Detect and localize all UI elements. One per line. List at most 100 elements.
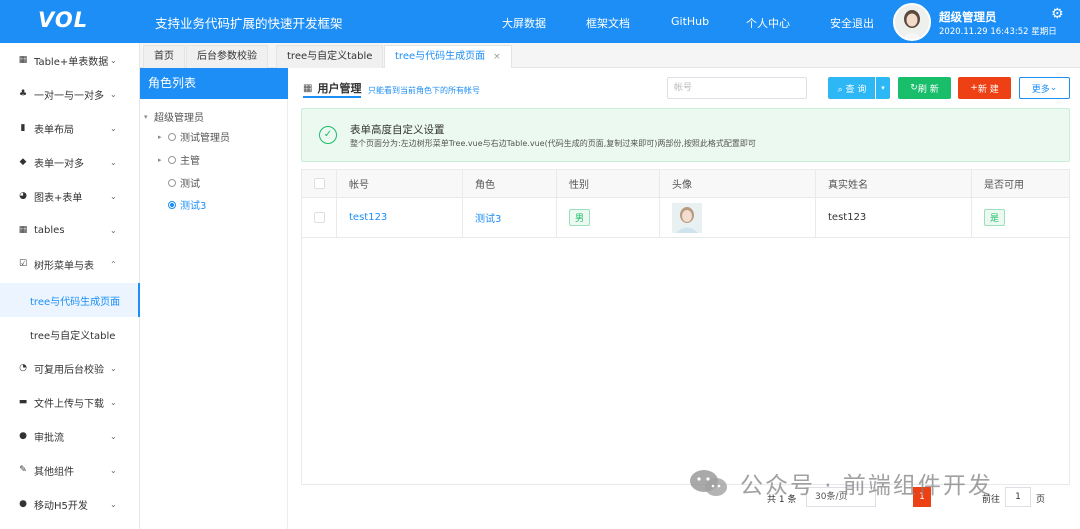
sidebar-item-tree-custom-table[interactable]: tree与自定义table <box>0 317 140 351</box>
folder-icon: ▬ <box>18 397 28 407</box>
nav-docs[interactable]: 框架文档 <box>586 15 630 31</box>
nav-profile[interactable]: 个人中心 <box>746 15 790 31</box>
tabs-bar: 首页 后台参数校验 tree与自定义table tree与代码生成页面 × <box>140 43 1080 68</box>
caret-right-icon[interactable]: ▸ <box>158 156 168 164</box>
column-header[interactable]: 性别 <box>557 170 660 197</box>
sidebar-item-tables[interactable]: ▦ tables ⌄ <box>0 213 140 247</box>
radio-icon[interactable] <box>168 200 176 209</box>
radio-icon[interactable] <box>168 132 176 141</box>
sidebar-item-table[interactable]: ▦ Table+单表数据 ⌄ <box>0 43 140 77</box>
sidebar-item-one-to-many[interactable]: ♣ 一对一与一对多 ⌄ <box>0 77 140 111</box>
tree-node-root[interactable]: ▾ 超级管理员 <box>144 109 204 125</box>
chevron-down-icon: ⌄ <box>110 465 117 475</box>
gear-icon[interactable]: ⚙ <box>1051 6 1064 22</box>
goto-page-input[interactable]: 1 <box>1005 487 1031 507</box>
chevron-down-icon: ⌄ <box>110 431 117 441</box>
select-all-checkbox[interactable] <box>314 178 325 189</box>
chevron-down-icon: ⌄ <box>110 225 117 235</box>
caret-down-icon[interactable]: ▾ <box>144 113 154 121</box>
row-select-cell <box>302 198 337 237</box>
gender-tag: 男 <box>569 209 591 226</box>
sidebar-item-tree-menu[interactable]: ☑ 树形菜单与表 ⌃ <box>0 247 140 281</box>
wechat-icon <box>690 470 727 496</box>
radio-icon[interactable] <box>168 155 176 164</box>
gender-cell: 男 <box>557 198 660 237</box>
tree-node-label: 测试3 <box>180 201 207 212</box>
table-row[interactable]: test123 测试3 男 test123 是 <box>302 198 1069 238</box>
user-name[interactable]: 超级管理员 <box>939 9 997 25</box>
nav-github[interactable]: GitHub <box>671 15 709 28</box>
check-circle-icon: ✓ <box>319 126 337 144</box>
chevron-down-icon: ⌄ <box>110 123 117 133</box>
sidebar-item-approval[interactable]: ● 审批流 ⌄ <box>0 419 140 453</box>
sidebar-item-label: 表单布局 <box>34 124 74 136</box>
tree-node-test[interactable]: 测试 <box>168 175 200 190</box>
page-title: ▦ 用户管理 <box>303 80 361 96</box>
query-button-label: ⌕ 查 询 <box>838 82 867 95</box>
new-button[interactable]: + 新 建 <box>958 77 1011 99</box>
select-all-cell <box>302 170 337 197</box>
plus-icon: + <box>970 83 978 93</box>
role-cell[interactable]: 测试3 <box>463 198 557 237</box>
tab-home[interactable]: 首页 <box>143 45 185 68</box>
tree-node-label: 主管 <box>180 156 200 167</box>
sidebar-item-label: 一对一与一对多 <box>34 90 104 102</box>
query-button[interactable]: ⌕ 查 询 ▾ <box>828 77 890 99</box>
app-slogan: 支持业务代码扩展的快速开发框架 <box>155 16 343 31</box>
chevron-down-icon: ⌄ <box>1049 83 1058 93</box>
column-header[interactable]: 真实姓名 <box>816 170 972 197</box>
tab-label: tree与代码生成页面 <box>395 51 486 62</box>
tree-node-supervisor[interactable]: ▸ 主管 <box>158 152 200 167</box>
tree-node-test3[interactable]: 测试3 <box>168 197 206 212</box>
close-icon[interactable]: × <box>493 52 501 62</box>
nav-dashboard[interactable]: 大屏数据 <box>502 15 546 31</box>
sidebar-item-mobile[interactable]: ● 移动H5开发 ⌄ <box>0 487 140 521</box>
sidebar-item-file-upload[interactable]: ▬ 文件上传与下载 ⌄ <box>0 385 140 419</box>
column-header[interactable]: 头像 <box>660 170 816 197</box>
cube-icon: ◆ <box>19 157 27 167</box>
app-logo[interactable]: VOL <box>38 8 88 32</box>
column-header[interactable]: 是否可用 <box>972 170 1069 197</box>
sidebar-item-label: tree与代码生成页面 <box>30 296 121 308</box>
sidebar-item-form-one-to-many[interactable]: ◆ 表单一对多 ⌄ <box>0 145 140 179</box>
sidebar: ▦ Table+单表数据 ⌄ ♣ 一对一与一对多 ⌄ ▮ 表单布局 ⌄ ◆ 表单… <box>0 43 140 529</box>
sidebar-item-label: 可复用后台校验 <box>34 364 104 376</box>
sidebar-item-components[interactable]: ✎ 其他组件 ⌄ <box>0 453 140 487</box>
enabled-cell: 是 <box>972 198 1069 237</box>
row-checkbox[interactable] <box>314 212 325 223</box>
more-button[interactable]: 更多 ⌄ <box>1019 77 1070 99</box>
tab-label: tree与自定义table <box>287 51 373 62</box>
chevron-down-icon: ⌄ <box>110 55 117 65</box>
user-avatar-image[interactable] <box>672 202 702 233</box>
tab-tree-codegen[interactable]: tree与代码生成页面 × <box>384 45 512 68</box>
tree-node-test-admin[interactable]: ▸ 测试管理员 <box>158 129 230 144</box>
nav-logout[interactable]: 安全退出 <box>830 15 874 31</box>
account-cell[interactable]: test123 <box>337 198 463 237</box>
pie-chart-icon: ◕ <box>19 191 27 201</box>
refresh-label: 刷 新 <box>917 84 939 95</box>
new-label: 新 建 <box>977 84 999 95</box>
column-header[interactable]: 角色 <box>463 170 557 197</box>
chevron-down-icon: ⌄ <box>110 363 117 373</box>
sidebar-item-label: tables <box>34 224 65 236</box>
sidebar-item-label: 文件上传与下载 <box>34 398 104 410</box>
sidebar-item-validation[interactable]: ◔ 可复用后台校验 ⌄ <box>0 351 140 385</box>
role-panel-title: 角色列表 <box>140 68 288 99</box>
search-input[interactable]: 帐号 <box>667 77 807 99</box>
chevron-down-icon[interactable]: ▾ <box>875 77 890 99</box>
column-header[interactable]: 帐号 <box>337 170 463 197</box>
tab-tree-custom-table[interactable]: tree与自定义table <box>276 45 384 68</box>
refresh-button[interactable]: ↻ 刷 新 <box>898 77 951 99</box>
globe-icon: ● <box>19 431 27 441</box>
more-label: 更多 <box>1031 84 1050 95</box>
sidebar-item-form-layout[interactable]: ▮ 表单布局 ⌄ <box>0 111 140 145</box>
tree-icon: ☑ <box>18 259 28 269</box>
sidebar-item-label: 其他组件 <box>34 466 74 478</box>
main-content: ▦ 用户管理 只能看到当前角色下的所有帐号 帐号 ⌕ 查 询 ▾ ↻ 刷 新 +… <box>288 68 1080 529</box>
sidebar-item-tree-codegen[interactable]: tree与代码生成页面 <box>0 283 140 317</box>
avatar[interactable] <box>893 3 931 41</box>
radio-icon[interactable] <box>168 178 176 187</box>
tab-param-validation[interactable]: 后台参数校验 <box>186 45 268 68</box>
sidebar-item-chart-form[interactable]: ◕ 图表+表单 ⌄ <box>0 179 140 213</box>
caret-right-icon[interactable]: ▸ <box>158 133 168 141</box>
